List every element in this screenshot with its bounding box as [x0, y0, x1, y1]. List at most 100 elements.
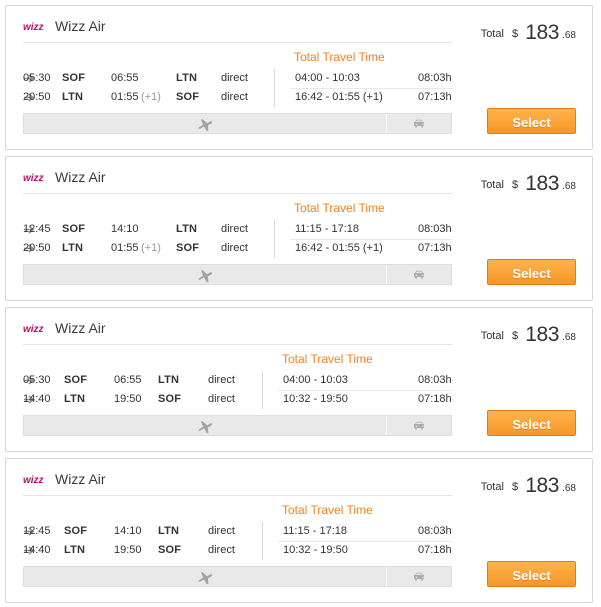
- travel-duration: 08:03h: [418, 223, 452, 235]
- departure-time: 05:30: [23, 374, 51, 386]
- destination-airport: LTN: [176, 223, 198, 235]
- wizz-air-logo: wizz: [23, 324, 44, 334]
- plane-icon: [198, 421, 213, 434]
- arrival-time: 01:55: [111, 91, 139, 103]
- wizz-air-logo: wizz: [23, 475, 44, 485]
- wizz-logo-text: wizz: [23, 22, 44, 32]
- travel-window: 11:15 - 17:18: [295, 223, 360, 235]
- car-icon: [414, 421, 424, 430]
- arrival-time: 14:10: [114, 525, 142, 537]
- origin-airport: LTN: [64, 393, 86, 405]
- select-button[interactable]: Select: [487, 259, 576, 285]
- airline-name: Wizz Air: [55, 471, 106, 487]
- wizz-air-logo: wizz: [23, 22, 44, 32]
- stops-label: direct: [208, 374, 235, 386]
- select-button[interactable]: Select: [487, 410, 576, 436]
- plane-icon: [198, 572, 213, 585]
- origin-airport: LTN: [62, 242, 84, 254]
- price-amount: 183: [525, 21, 560, 44]
- car-icon: [414, 270, 424, 279]
- travel-duration: 07:18h: [418, 544, 452, 556]
- flight-result-card: wizz Wizz Air Total Travel Time 05:30 SO…: [5, 5, 593, 150]
- destination-airport: SOF: [158, 393, 182, 405]
- airline-name: Wizz Air: [55, 320, 106, 336]
- plane-icon: [198, 119, 213, 132]
- travel-time-divider: [274, 69, 275, 107]
- origin-airport: LTN: [64, 544, 86, 556]
- origin-airport: SOF: [64, 525, 88, 537]
- stops-label: direct: [208, 544, 235, 556]
- origin-airport: LTN: [62, 91, 84, 103]
- stops-label: direct: [221, 91, 248, 103]
- price-currency: $: [512, 28, 519, 40]
- select-button[interactable]: Select: [487, 108, 576, 134]
- travel-duration: 07:13h: [418, 91, 452, 103]
- select-button[interactable]: Select: [487, 561, 576, 587]
- destination-airport: LTN: [158, 525, 180, 537]
- origin-airport: SOF: [62, 223, 86, 235]
- travel-duration: 07:13h: [418, 242, 452, 254]
- travel-time-title: Total Travel Time: [294, 50, 385, 64]
- flight-segment-outbound: 05:30 SOF 06:55 LTN direct 04:00 - 10:03…: [23, 70, 452, 87]
- travel-time-divider: [262, 371, 263, 409]
- stops-label: direct: [221, 223, 248, 235]
- origin-airport: SOF: [64, 374, 88, 386]
- flight-results-list: wizz Wizz Air Total Travel Time 05:30 SO…: [0, 0, 601, 607]
- transport-options-bar: [23, 113, 452, 134]
- price-summary: Total $ 183 .68: [481, 475, 576, 496]
- travel-window: 10:32 - 19:50: [283, 393, 348, 405]
- stops-label: direct: [221, 72, 248, 84]
- transport-separator: [386, 265, 387, 284]
- flight-segment-outbound: 12:45 SOF 14:10 LTN direct 11:15 - 17:18…: [23, 221, 452, 238]
- transport-options-bar: [23, 566, 452, 587]
- airline-name: Wizz Air: [55, 18, 106, 34]
- travel-window: 16:42 - 01:55 (+1): [295, 242, 383, 254]
- flight-segment-return: 20:50 LTN 01:55 (+1) SOF direct 16:42 - …: [23, 89, 452, 106]
- plane-icon: [198, 270, 213, 283]
- departure-time: 12:45: [23, 525, 51, 537]
- price-summary: Total $ 183 .68: [481, 173, 576, 194]
- airline-header: wizz Wizz Air: [23, 470, 106, 488]
- departure-time: 05:30: [23, 72, 51, 84]
- arrival-time: 01:55: [111, 242, 139, 254]
- price-currency: $: [512, 179, 519, 191]
- transport-options-bar: [23, 415, 452, 436]
- price-summary: Total $ 183 .68: [481, 22, 576, 43]
- travel-time-title: Total Travel Time: [294, 201, 385, 215]
- destination-airport: SOF: [158, 544, 182, 556]
- airline-name: Wizz Air: [55, 169, 106, 185]
- airline-header: wizz Wizz Air: [23, 17, 106, 35]
- transport-separator: [386, 416, 387, 435]
- destination-airport: SOF: [176, 91, 200, 103]
- flight-segment-return: 14:40 LTN 19:50 SOF direct 10:32 - 19:50…: [23, 391, 452, 408]
- origin-airport: SOF: [62, 72, 86, 84]
- price-amount: 183: [525, 474, 560, 497]
- price-cents: .68: [562, 332, 576, 343]
- travel-window: 10:32 - 19:50: [283, 544, 348, 556]
- travel-duration: 07:18h: [418, 393, 452, 405]
- transport-options-bar: [23, 264, 452, 285]
- stops-label: direct: [221, 242, 248, 254]
- car-icon: [414, 119, 424, 128]
- departure-time: 14:40: [23, 544, 51, 556]
- header-divider: [23, 495, 452, 496]
- travel-window: 04:00 - 10:03: [283, 374, 348, 386]
- car-icon: [414, 572, 424, 581]
- arrival-time: 14:10: [111, 223, 139, 235]
- next-day-indicator: (+1): [141, 242, 161, 254]
- flight-result-card: wizz Wizz Air Total Travel Time 12:45 SO…: [5, 458, 593, 603]
- wizz-logo-text: wizz: [23, 324, 44, 334]
- stops-label: direct: [208, 393, 235, 405]
- next-day-indicator: (+1): [141, 91, 161, 103]
- wizz-logo-text: wizz: [23, 173, 44, 183]
- destination-airport: LTN: [158, 374, 180, 386]
- travel-window: 11:15 - 17:18: [283, 525, 348, 537]
- departure-time: 20:50: [23, 91, 51, 103]
- transport-separator: [386, 114, 387, 133]
- arrival-time: 19:50: [114, 544, 142, 556]
- header-divider: [23, 42, 452, 43]
- flight-segment-return: 14:40 LTN 19:50 SOF direct 10:32 - 19:50…: [23, 542, 452, 559]
- price-cents: .68: [562, 30, 576, 41]
- price-amount: 183: [525, 172, 560, 195]
- price-total-label: Total: [480, 179, 504, 191]
